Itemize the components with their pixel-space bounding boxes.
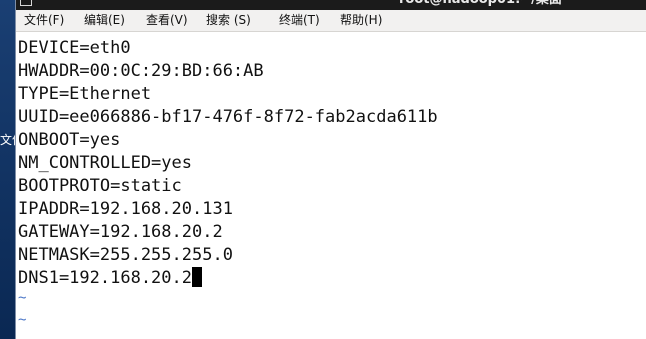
config-line-dns1: DNS1=192.168.20.2 [18,267,202,290]
text-cursor [192,267,202,287]
terminal-editor[interactable]: DEVICE=eth0 HWADDR=00:0C:29:BD:66:AB TYP… [16,34,646,339]
menu-help[interactable]: 帮助(H) [340,13,382,28]
window-title: root@hadoop01:~/桌面 [399,0,562,8]
config-line-ipaddr: IPADDR=192.168.20.131 [18,199,233,219]
config-line-uuid: UUID=ee066886-bf17-476f-8f72-fab2acda611… [18,107,438,127]
config-line-type: TYPE=Ethernet [18,84,152,104]
config-line-netmask: NETMASK=255.255.255.0 [18,245,233,265]
terminal-window: root@hadoop01:~/桌面 文件(F) 编辑(E) 查看(V) 搜索 … [16,0,646,339]
title-bar: root@hadoop01:~/桌面 [16,0,646,10]
config-line-nm-controlled: NM_CONTROLLED=yes [18,153,192,173]
empty-line-marker: ~ [18,290,27,306]
window-menu-icon[interactable] [20,0,32,6]
menu-search[interactable]: 搜索 (S) [206,13,251,28]
config-line-hwaddr: HWADDR=00:0C:29:BD:66:AB [18,61,264,81]
menu-file[interactable]: 文件(F) [24,13,64,28]
empty-line-marker: ~ [18,312,27,328]
menu-terminal[interactable]: 终端(T) [279,13,320,28]
dns1-text: DNS1=192.168.20.2 [18,268,192,288]
config-line-bootproto: BOOTPROTO=static [18,176,182,196]
config-line-gateway: GATEWAY=192.168.20.2 [18,222,223,242]
config-line-device: DEVICE=eth0 [18,38,131,58]
menu-edit[interactable]: 编辑(E) [84,13,125,28]
menu-bar: 文件(F) 编辑(E) 查看(V) 搜索 (S) 终端(T) 帮助(H) [16,10,646,32]
desktop: 文件 root@hadoop01:~/桌面 文件(F) 编辑(E) 查看(V) … [0,0,646,339]
config-line-onboot: ONBOOT=yes [18,130,121,150]
menu-view[interactable]: 查看(V) [146,13,188,28]
